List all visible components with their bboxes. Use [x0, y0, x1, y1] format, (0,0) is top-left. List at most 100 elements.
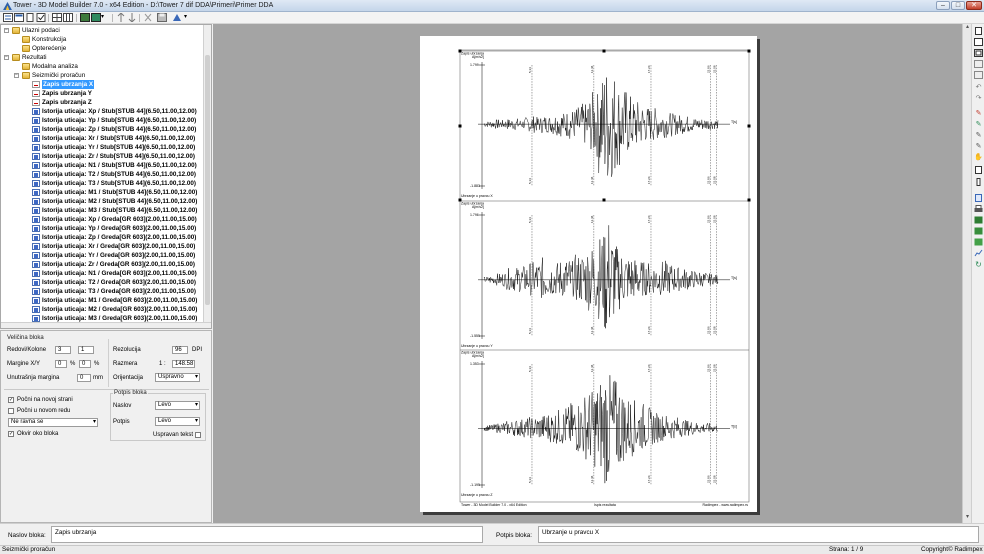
refresh-icon[interactable]: ↻: [974, 261, 983, 269]
block-title-field[interactable]: Zapis ubrzanja: [51, 526, 483, 543]
tree-item[interactable]: Istorija uticaja: M2 / Greda[GR 603](2.0…: [1, 305, 205, 314]
close-button[interactable]: ✕: [966, 1, 982, 10]
new-row-checkbox[interactable]: [8, 408, 14, 414]
y-max-label: 1.796: [470, 213, 479, 217]
tree-item[interactable]: − Ulazni podaci: [1, 26, 205, 35]
maximize-button[interactable]: □: [951, 1, 965, 10]
tree-item[interactable]: Istorija uticaja: Zp / Stub[STUB 44](6.5…: [1, 125, 205, 134]
document-icon[interactable]: [974, 194, 983, 202]
scale-field[interactable]: 148.58: [172, 360, 195, 368]
tree-item[interactable]: Zapis ubrzanja Z: [1, 98, 205, 107]
resolution-field[interactable]: 96: [172, 346, 188, 354]
tree-item[interactable]: Istorija uticaja: M1 / Greda[GR 603](2.0…: [1, 296, 205, 305]
tree-item[interactable]: Opterećenje: [1, 44, 205, 53]
pen-icon[interactable]: ✎: [974, 121, 983, 129]
print-icon[interactable]: [974, 205, 983, 213]
x-axis-label: T[s]: [731, 424, 737, 428]
tree-item[interactable]: Istorija uticaja: Zr / Greda[GR 603](2.0…: [1, 260, 205, 269]
zoom-out-icon[interactable]: [974, 71, 983, 79]
block-caption-field[interactable]: Ubrzanje u pravcu X: [538, 526, 979, 543]
eraser-icon[interactable]: ✎: [974, 143, 983, 151]
tree-item[interactable]: Istorija uticaja: Yr / Greda[GR 603](2.0…: [1, 251, 205, 260]
chart-export-icon[interactable]: [91, 13, 101, 22]
title-align-select[interactable]: Levo: [155, 401, 200, 410]
export-excel-icon[interactable]: [974, 216, 983, 224]
zoom-in-icon[interactable]: [974, 60, 983, 68]
tree-item[interactable]: Istorija uticaja: T3 / Stub[STUB 44](6.5…: [1, 179, 205, 188]
vertical-text-checkbox[interactable]: [195, 432, 201, 438]
tree-item[interactable]: Zapis ubrzanja Y: [1, 89, 205, 98]
tree-item[interactable]: Istorija uticaja: Xr / Stub[STUB 44](6.5…: [1, 134, 205, 143]
new-page-checkbox[interactable]: ✓: [8, 397, 14, 403]
checkbox-icon[interactable]: [36, 13, 46, 22]
cols-field[interactable]: 1: [78, 346, 94, 354]
tree-item[interactable]: − Rezultati: [1, 53, 205, 62]
tree-item[interactable]: Istorija uticaja: M3 / Stub[STUB 44](6.5…: [1, 206, 205, 215]
collapse-icon[interactable]: −: [4, 28, 9, 33]
tree-item[interactable]: Istorija uticaja: T2 / Greda[GR 603](2.0…: [1, 278, 205, 287]
shape-icon[interactable]: [172, 13, 182, 22]
layout-icon[interactable]: [14, 13, 24, 22]
save-icon[interactable]: [157, 13, 167, 22]
table-icon[interactable]: [63, 13, 73, 22]
undo-icon[interactable]: ↶: [974, 84, 983, 92]
chevron-down-icon[interactable]: ▾: [101, 13, 111, 22]
tree-item[interactable]: Istorija uticaja: Yp / Stub[STUB 44](6.5…: [1, 116, 205, 125]
inner-margin-field[interactable]: 0: [77, 374, 91, 382]
tree-item[interactable]: Konstrukcija: [1, 35, 205, 44]
tree-item[interactable]: Istorija uticaja: Zr / Stub[STUB 44](6.5…: [1, 152, 205, 161]
tree-item[interactable]: Istorija uticaja: Xp / Greda[GR 603](2.0…: [1, 215, 205, 224]
margin-x-field[interactable]: 0: [55, 360, 67, 368]
draw-icon[interactable]: ✎: [974, 110, 983, 118]
collapse-icon[interactable]: −: [14, 73, 19, 78]
tree-item[interactable]: Istorija uticaja: T2 / Stub[STUB 44](6.5…: [1, 170, 205, 179]
collapse-icon[interactable]: −: [4, 55, 9, 60]
move-down-icon[interactable]: [127, 13, 137, 22]
tree-item[interactable]: Istorija uticaja: M1 / Stub[STUB 44](6.5…: [1, 188, 205, 197]
text-icon[interactable]: [974, 178, 983, 186]
tree-item[interactable]: Istorija uticaja: N1 / Stub[STUB 44](6.5…: [1, 161, 205, 170]
alignment-select[interactable]: Ne ravna se: [8, 418, 98, 427]
tree-item[interactable]: − Seizmički proračun: [1, 71, 205, 80]
tree-view-icon[interactable]: [3, 13, 13, 22]
chart-icon[interactable]: [974, 249, 983, 257]
border-checkbox[interactable]: ✓: [8, 431, 14, 437]
tree-horizontal-scrollbar[interactable]: [1, 322, 211, 328]
tree-item[interactable]: Istorija uticaja: Yr / Stub[STUB 44](6.5…: [1, 143, 205, 152]
fit-width-icon[interactable]: [974, 38, 983, 46]
minimize-button[interactable]: –: [936, 1, 950, 10]
export-pdf-icon[interactable]: [974, 238, 983, 246]
tree-item[interactable]: Istorija uticaja: Xp / Stub[STUB 44](6.5…: [1, 107, 205, 116]
tree-item[interactable]: Istorija uticaja: N1 / Greda[GR 603](2.0…: [1, 269, 205, 278]
move-up-icon[interactable]: [116, 13, 126, 22]
marker-icon[interactable]: ✎: [974, 132, 983, 140]
page-setup-icon[interactable]: [974, 27, 983, 35]
tree-item[interactable]: Istorija uticaja: Xr / Greda[GR 603](2.0…: [1, 242, 205, 251]
chevron-down-icon[interactable]: ▾: [184, 13, 194, 22]
hand-icon[interactable]: ✋: [974, 154, 983, 162]
grid-icon[interactable]: [52, 13, 62, 22]
tree-item[interactable]: Istorija uticaja: Yp / Greda[GR 603](2.0…: [1, 224, 205, 233]
caption-align-select[interactable]: Levo: [155, 417, 200, 426]
preview-vertical-scrollbar[interactable]: ▴ ▾: [962, 24, 971, 523]
redo-icon[interactable]: ↷: [974, 95, 983, 103]
rows-field[interactable]: 3: [55, 346, 71, 354]
tree-vertical-scrollbar[interactable]: [203, 25, 211, 328]
delete-icon[interactable]: [143, 13, 153, 22]
margin-y-field[interactable]: 0: [79, 360, 91, 368]
image-export-icon[interactable]: [80, 13, 90, 22]
tree-item[interactable]: Istorija uticaja: T3 / Greda[GR 603](2.0…: [1, 287, 205, 296]
scroll-up-icon[interactable]: ▴: [964, 24, 971, 31]
tree-item[interactable]: Istorija uticaja: M2 / Stub[STUB 44](6.5…: [1, 197, 205, 206]
export-image-icon[interactable]: [974, 227, 983, 235]
page-icon[interactable]: [25, 13, 35, 22]
tree-item[interactable]: Modalna analiza: [1, 62, 205, 71]
tree-item-label: Istorija uticaja: Zp / Greda[GR 603](2.0…: [42, 234, 197, 241]
fit-page-icon[interactable]: [974, 49, 983, 57]
tree-item[interactable]: Zapis ubrzanja X: [1, 80, 205, 89]
scroll-thumb[interactable]: [205, 55, 210, 305]
tree-item[interactable]: Istorija uticaja: Zp / Greda[GR 603](2.0…: [1, 233, 205, 242]
select-icon[interactable]: [974, 166, 983, 174]
scroll-down-icon[interactable]: ▾: [964, 514, 971, 521]
orientation-select[interactable]: Uspravno: [155, 373, 200, 382]
